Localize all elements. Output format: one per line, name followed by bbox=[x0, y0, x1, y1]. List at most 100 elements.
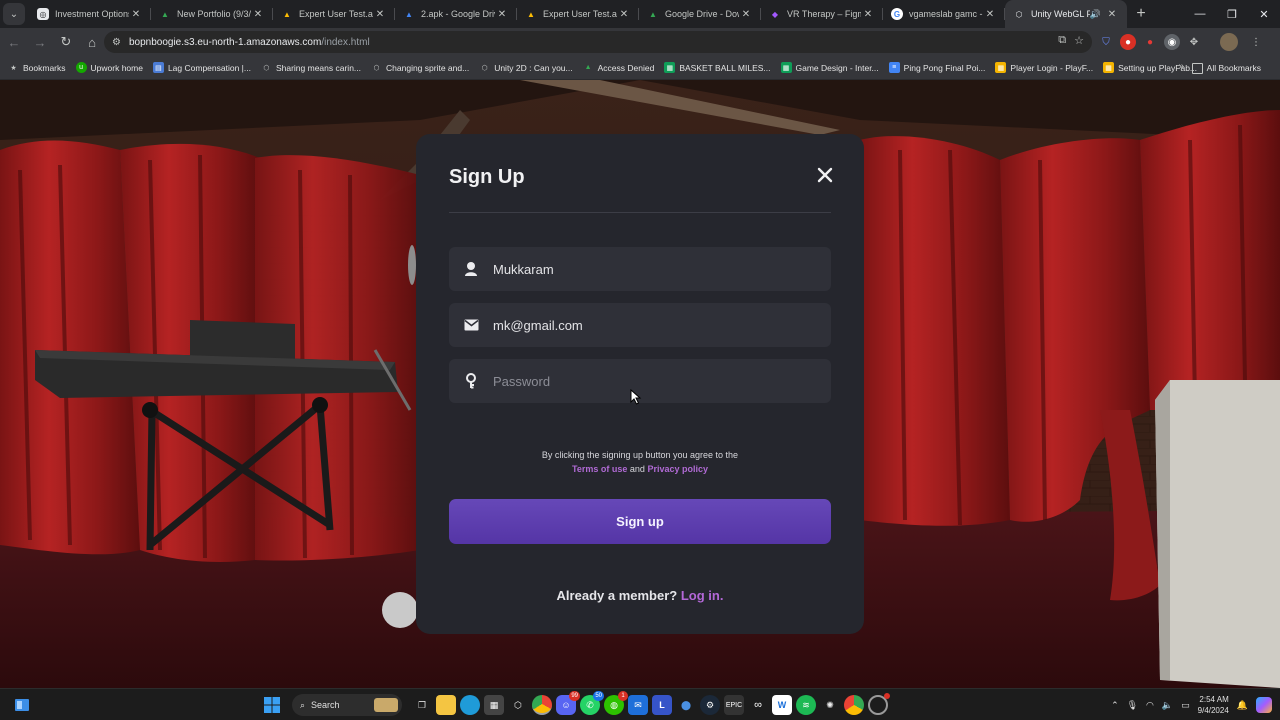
widgets-icon[interactable] bbox=[14, 697, 30, 713]
edge-icon[interactable] bbox=[460, 695, 480, 715]
address-bar[interactable]: ⚙ bopnboogie.s3.eu-north-1.amazonaws.com… bbox=[104, 31, 1092, 53]
upwork-icon: u bbox=[75, 62, 87, 73]
microphone-icon[interactable]: 🎙 bbox=[1127, 700, 1138, 711]
meta-icon[interactable]: ∞ bbox=[748, 695, 768, 715]
tab-close-icon[interactable]: ✕ bbox=[251, 9, 265, 20]
bookmark-item[interactable]: ▦ Player Login - PlayF... bbox=[995, 62, 1093, 73]
tab-close-icon[interactable]: ✕ bbox=[983, 9, 997, 20]
notifications-bell-icon[interactable]: 🔔 bbox=[1237, 700, 1248, 711]
maps-icon[interactable]: ⬤ bbox=[676, 695, 696, 715]
task-view-icon[interactable]: ❐ bbox=[412, 695, 432, 715]
unity-webgl-canvas[interactable]: Sign Up By clicking the signing up butto… bbox=[0, 80, 1280, 688]
tab-close-icon[interactable]: ✕ bbox=[739, 9, 753, 20]
bookmark-item[interactable]: ⬡ Sharing means carin... bbox=[261, 62, 361, 73]
bookmark-item[interactable]: ▲ Access Denied bbox=[583, 62, 655, 73]
tab-close-icon[interactable]: ✕ bbox=[129, 9, 143, 20]
bookmark-item[interactable]: ≡ Ping Pong Final Poi... bbox=[888, 62, 986, 73]
agree-text: By clicking the signing up button you ag… bbox=[541, 450, 739, 460]
l-app-icon[interactable]: L bbox=[652, 695, 672, 715]
shield-extension-icon[interactable]: ⛉ bbox=[1098, 34, 1114, 50]
spotify-icon[interactable]: ≋ bbox=[796, 695, 816, 715]
bookmark-item[interactable]: ⬡ Changing sprite and... bbox=[371, 62, 469, 73]
browser-tab[interactable]: ◆ VR Therapy – Figma✕ bbox=[761, 0, 883, 28]
reload-button[interactable]: ↻ bbox=[54, 30, 78, 54]
tab-search-dropdown[interactable]: ⌄ bbox=[3, 3, 25, 25]
profile-extension-icon[interactable]: ◉ bbox=[1164, 34, 1180, 50]
chatgpt-icon[interactable]: ✺ bbox=[820, 695, 840, 715]
record-app-icon[interactable] bbox=[868, 693, 890, 715]
back-button[interactable]: ← bbox=[2, 30, 26, 54]
email-input[interactable] bbox=[493, 303, 831, 347]
browser-tab[interactable]: ▲ New Portfolio (9/3/20✕ bbox=[151, 0, 273, 28]
unity-icon: ⬡ bbox=[263, 64, 270, 72]
taskbar-search[interactable]: ⌕ Search bbox=[292, 694, 402, 716]
terms-of-use-link[interactable]: Terms of use bbox=[572, 464, 627, 474]
store-icon[interactable]: ▦ bbox=[484, 695, 504, 715]
writer-icon[interactable]: W bbox=[772, 695, 792, 715]
password-input[interactable] bbox=[493, 359, 831, 403]
bookmark-item[interactable]: u Upwork home bbox=[75, 62, 143, 73]
chrome-alt-icon[interactable] bbox=[844, 695, 864, 715]
unity-hub-icon[interactable]: ⬡ bbox=[508, 695, 528, 715]
bookmark-star-icon[interactable]: ☆ bbox=[1074, 34, 1084, 47]
wifi-icon[interactable]: ◠ bbox=[1146, 700, 1154, 711]
browser-tab[interactable]: ▲ Expert User Test.apk✕ bbox=[273, 0, 395, 28]
browser-tab[interactable]: ▲ Expert User Test.apk✕ bbox=[517, 0, 639, 28]
more-bookmarks-chevron-icon[interactable]: » bbox=[1178, 61, 1184, 72]
wechat-icon[interactable]: ◍ 1 bbox=[604, 691, 628, 715]
record-extension-icon[interactable]: ● bbox=[1142, 34, 1158, 50]
menu-kebab-icon[interactable]: ⋮ bbox=[1248, 34, 1264, 50]
all-bookmarks-folder[interactable]: All Bookmarks bbox=[1191, 56, 1261, 80]
bookmark-label: Access Denied bbox=[597, 62, 655, 73]
browser-tab[interactable]: ▲ 2.apk - Google Drive✕ bbox=[395, 0, 517, 28]
file-explorer-icon[interactable] bbox=[436, 695, 456, 715]
tab-close-icon[interactable]: ✕ bbox=[617, 9, 631, 20]
tray-chevron-icon[interactable]: ⌃ bbox=[1111, 700, 1119, 711]
browser-tab[interactable]: Gvgameslab gamc - G✕ bbox=[883, 0, 1005, 28]
battery-icon[interactable]: ▭ bbox=[1181, 700, 1190, 711]
whatsapp-icon[interactable]: ✆ 50 bbox=[580, 691, 604, 715]
tab-close-icon[interactable]: ✕ bbox=[495, 9, 509, 20]
epic-games-icon[interactable]: EPIC bbox=[724, 695, 744, 715]
browser-tab[interactable]: ◎ Investment Options ✕ bbox=[29, 0, 151, 28]
chrome-icon[interactable] bbox=[532, 695, 552, 715]
install-app-icon[interactable]: ⧉ bbox=[1058, 34, 1066, 47]
privacy-policy-link[interactable]: Privacy policy bbox=[647, 464, 708, 474]
signup-button[interactable]: Sign up bbox=[449, 499, 831, 544]
close-icon[interactable] bbox=[814, 164, 836, 186]
volume-icon[interactable]: 🔈 bbox=[1162, 700, 1173, 711]
bookmark-item[interactable]: ▤ Lag Compensation |... bbox=[152, 62, 251, 73]
bookmark-item[interactable]: ▦ Game Design - Inter... bbox=[780, 62, 879, 73]
speaker-icon[interactable]: 🔊 bbox=[1090, 9, 1101, 20]
bookmark-label: Unity 2D : Can you... bbox=[494, 62, 573, 73]
browser-tab-active[interactable]: ⬡ Unity WebGL Pla🔊 ✕ bbox=[1005, 0, 1127, 28]
forward-button[interactable]: → bbox=[28, 30, 52, 54]
login-link[interactable]: Log in. bbox=[681, 588, 724, 603]
clock[interactable]: 2:54 AM 9/4/2024 bbox=[1198, 694, 1229, 716]
tab-close-icon[interactable]: ✕ bbox=[373, 9, 387, 20]
steam-icon[interactable]: ⚙ bbox=[700, 695, 720, 715]
bookmark-label: Ping Pong Final Poi... bbox=[903, 62, 986, 73]
close-window-icon[interactable]: ✕ bbox=[1248, 0, 1280, 28]
discord-icon[interactable]: ☺ 99 bbox=[556, 691, 580, 715]
restore-icon[interactable]: ❐ bbox=[1216, 0, 1248, 28]
username-input[interactable] bbox=[493, 247, 831, 291]
windows-start-icon[interactable] bbox=[262, 695, 282, 715]
minimize-icon[interactable]: — bbox=[1184, 0, 1216, 28]
browser-tab[interactable]: ▲ Google Drive - Down✕ bbox=[639, 0, 761, 28]
unity-favicon-icon: ⬡ bbox=[1015, 9, 1023, 19]
bookmark-item[interactable]: ⬡ Unity 2D : Can you... bbox=[479, 62, 573, 73]
tab-close-icon[interactable]: ✕ bbox=[861, 9, 875, 20]
new-tab-button[interactable]: + bbox=[1127, 0, 1155, 28]
home-button[interactable]: ⌂ bbox=[80, 30, 104, 54]
site-info-icon[interactable]: ⚙ bbox=[112, 37, 121, 48]
mail-icon[interactable]: ✉ bbox=[628, 695, 648, 715]
tab-close-icon[interactable]: ✕ bbox=[1105, 9, 1119, 20]
bookmark-item[interactable]: ★ Bookmarks bbox=[8, 62, 65, 73]
bookmark-item[interactable]: ▦ BASKET BALL MILES... bbox=[664, 62, 771, 73]
copilot-icon[interactable] bbox=[1256, 697, 1272, 713]
extensions-puzzle-icon[interactable]: ✥ bbox=[1186, 34, 1202, 50]
tab-title: Google Drive - Down bbox=[665, 9, 739, 19]
profile-avatar[interactable] bbox=[1220, 33, 1238, 51]
red-extension-icon[interactable]: ● bbox=[1120, 34, 1136, 50]
